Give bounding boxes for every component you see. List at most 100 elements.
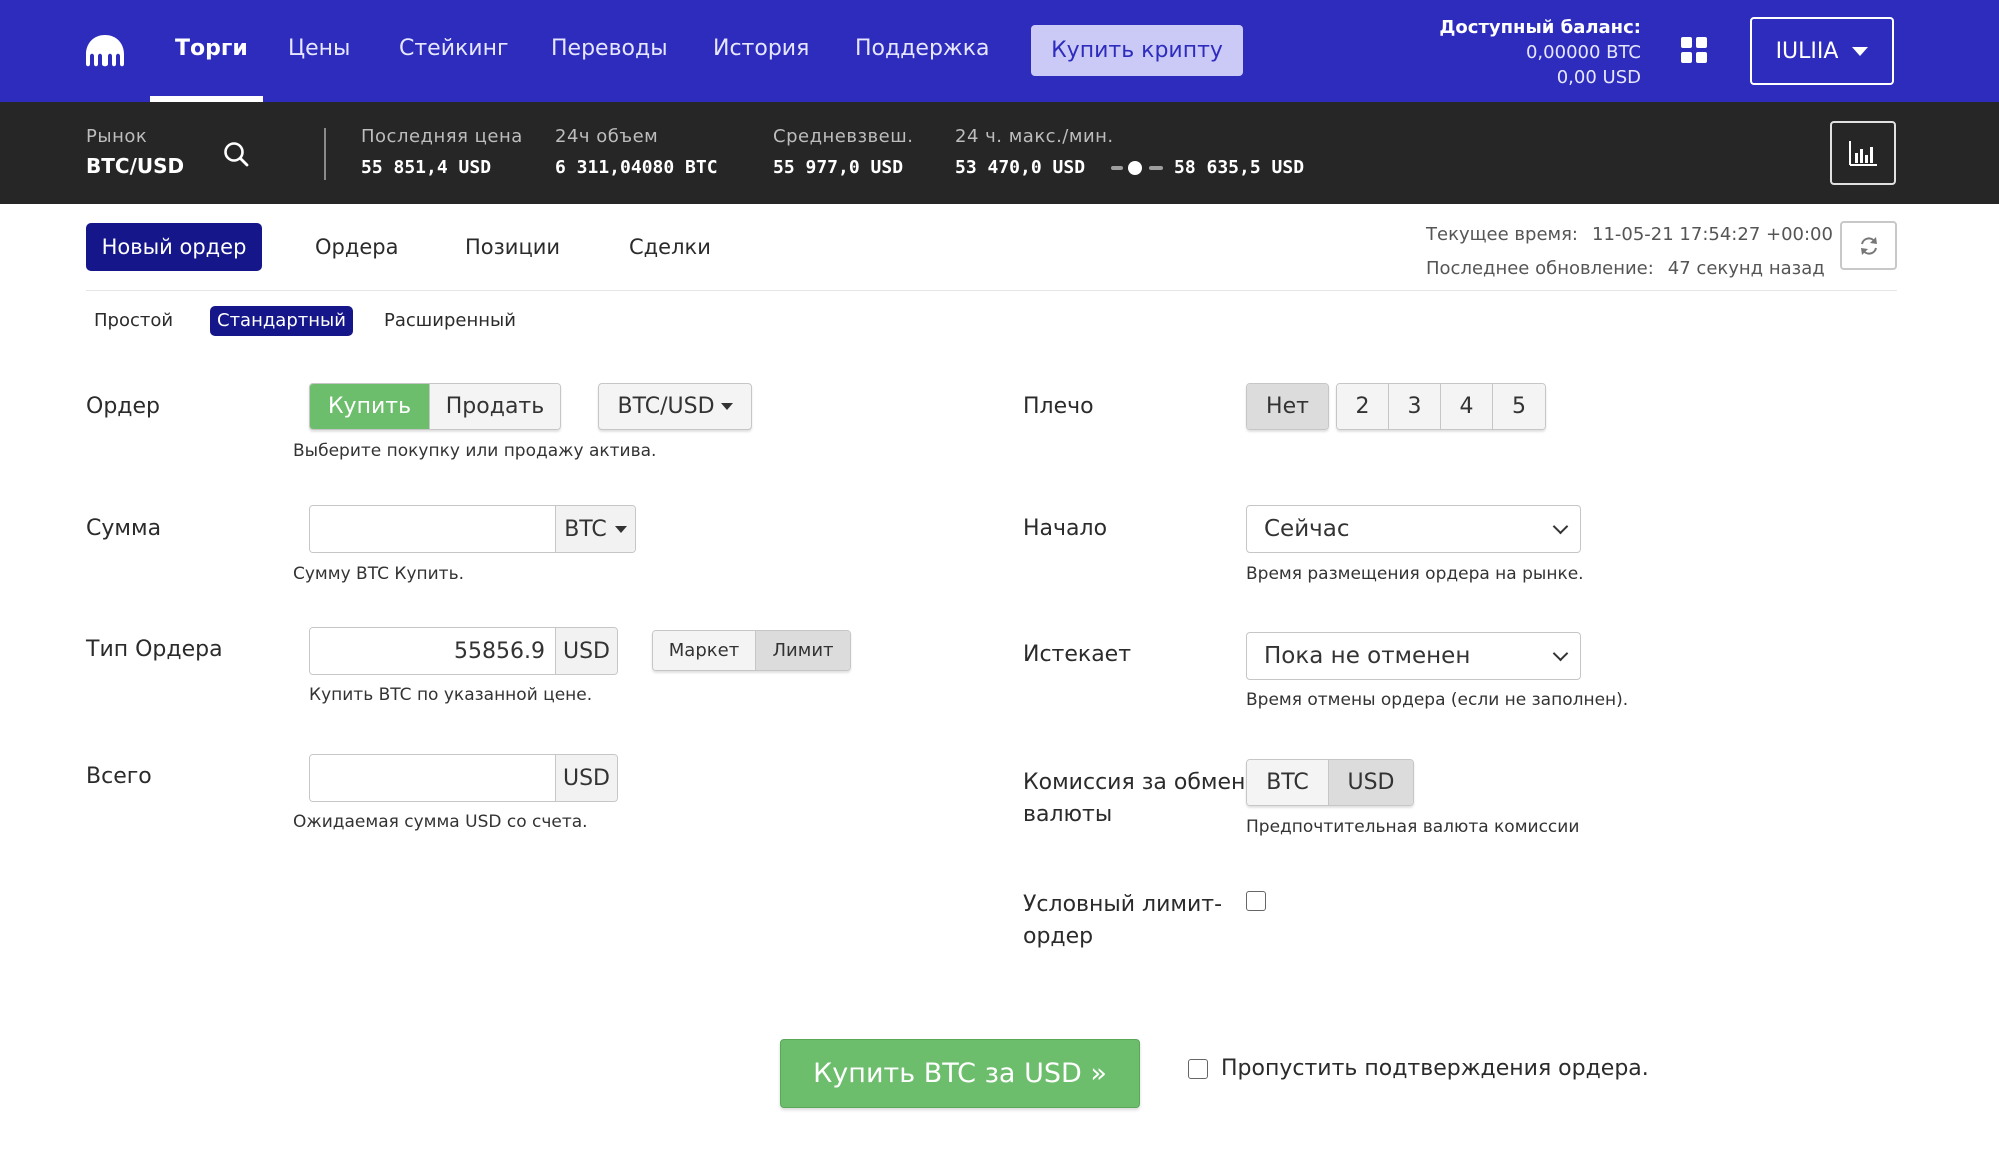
nav-support[interactable]: Поддержка [855,36,990,61]
chart-button[interactable] [1830,121,1896,185]
refresh-icon [1860,236,1877,255]
nav-history[interactable]: История [713,36,809,61]
last-update-value: 47 секунд назад [1667,258,1825,279]
leverage-5-button[interactable]: 5 [1493,384,1545,429]
market-pair[interactable]: BTC/USD [86,154,184,178]
leverage-4-button[interactable]: 4 [1441,384,1493,429]
buy-crypto-button[interactable]: Купить крипту [1031,25,1243,76]
conditional-limit-label-line1: Условный лимит- [1023,892,1223,917]
amount-currency: BTC [564,516,607,542]
last-price-label: Последняя цена [361,126,523,147]
fee-currency-label-line2: валюты [1023,802,1113,827]
leverage-3-button[interactable]: 3 [1389,384,1441,429]
amount-input[interactable] [310,506,555,552]
fee-hint: Предпочтительная валюта комиссии [1246,817,1580,837]
expires-hint: Время отмены ордера (если не заполнен). [1246,690,1629,710]
tab-positions[interactable]: Позиции [465,235,560,259]
subtab-advanced[interactable]: Расширенный [377,306,523,336]
conditional-limit-checkbox[interactable] [1246,891,1266,911]
available-balance: Доступный баланс: 0,00000 BTC 0,00 USD [1439,15,1641,90]
volume-value: 6 311,04080 BTC [555,157,718,178]
high-low-label: 24 ч. макс./мин. [955,126,1114,147]
tab-orders[interactable]: Ордера [315,235,399,259]
user-name: IULIIA [1775,38,1839,64]
buy-sell-toggle: Купить Продать [309,383,561,430]
amount-label: Сумма [86,516,162,541]
total-label: Всего [86,764,152,789]
expires-label: Истекает [1023,642,1132,667]
apps-grid-icon[interactable] [1681,37,1707,63]
caret-down-icon [614,525,627,533]
subtab-simple[interactable]: Простой [87,306,180,336]
price-input[interactable] [310,628,555,674]
time-info: Текущее время: 11-05-21 17:54:27 +00:00 П… [1426,218,1833,286]
balance-title: Доступный баланс: [1439,17,1641,38]
chevron-down-icon [1852,46,1869,56]
order-type-label: Тип Ордера [86,637,223,662]
market-label: Рынок [86,126,148,147]
high-value: 58 635,5 USD [1174,157,1305,178]
nav-trade[interactable]: Торги [175,36,248,61]
subtab-standard[interactable]: Стандартный [210,306,353,336]
current-time-value: 11-05-21 17:54:27 +00:00 [1592,224,1833,245]
kraken-logo-icon[interactable] [84,33,126,69]
leverage-none-button[interactable]: Нет [1247,384,1328,429]
bar-chart-icon [1849,141,1877,166]
total-input-group: USD [309,754,618,802]
leverage-2-button[interactable]: 2 [1337,384,1389,429]
pair-dropdown[interactable]: BTC/USD [598,383,752,430]
vwap-value: 55 977,0 USD [773,157,904,178]
submit-order-button[interactable]: Купить BTC за USD » [780,1039,1140,1108]
leverage-none-group: Нет [1246,383,1329,430]
fee-usd-button[interactable]: USD [1329,760,1413,805]
order-hint: Выберите покупку или продажу актива. [293,441,657,461]
market-bar [0,102,1999,204]
start-select-value: Сейчас [1264,516,1350,542]
top-navigation: Торги Цены Стейкинг Переводы История Под… [0,0,1999,102]
balance-usd: 0,00 USD [1556,67,1641,88]
user-menu-button[interactable]: IULIIA [1750,17,1894,85]
limit-type-button[interactable]: Лимит [756,631,850,670]
buy-button[interactable]: Купить [310,384,430,429]
tab-new-order[interactable]: Новый ордер [86,223,262,271]
order-type-toggle: Маркет Лимит [652,630,851,671]
nav-prices[interactable]: Цены [288,36,350,61]
last-update-label: Последнее обновление: [1426,258,1654,279]
current-time-label: Текущее время: [1426,224,1578,245]
amount-hint: Сумму BTC Купить. [293,564,464,584]
order-type-hint: Купить BTC по указанной цене. [309,685,593,705]
expires-select-value: Пока не отменен [1264,643,1471,669]
total-hint: Ожидаемая сумма USD со счета. [293,812,588,832]
divider [86,290,1897,291]
total-input[interactable] [310,755,555,801]
leverage-options: 2 3 4 5 [1336,383,1546,430]
price-input-group: USD [309,627,618,675]
chevron-down-icon [1552,645,1569,661]
leverage-label: Плечо [1023,394,1094,419]
skip-confirm-checkbox[interactable] [1188,1059,1208,1079]
pair-dropdown-label: BTC/USD [617,394,715,419]
balance-btc: 0,00000 BTC [1525,42,1641,63]
amount-input-group: BTC [309,505,636,553]
start-select[interactable]: Сейчас [1246,505,1581,553]
volume-label: 24ч объем [555,126,659,147]
tab-trades[interactable]: Сделки [629,235,711,259]
caret-down-icon [720,403,733,410]
amount-currency-dropdown[interactable]: BTC [555,506,635,552]
vwap-label: Средневзвеш. [773,126,914,147]
refresh-button[interactable] [1840,221,1897,270]
sell-button[interactable]: Продать [430,384,560,429]
skip-confirm-label: Пропустить подтверждения ордера. [1221,1056,1649,1081]
market-type-button[interactable]: Маркет [653,631,756,670]
start-label: Начало [1023,516,1108,541]
expires-select[interactable]: Пока не отменен [1246,632,1581,680]
fee-btc-button[interactable]: BTC [1247,760,1329,805]
nav-staking[interactable]: Стейкинг [399,36,509,61]
conditional-limit-label-line2: ордер [1023,924,1094,949]
total-currency: USD [555,755,617,801]
nav-transfers[interactable]: Переводы [551,36,668,61]
order-label: Ордер [86,394,160,419]
fee-currency-label-line1: Комиссия за обмен [1023,770,1246,795]
low-value: 53 470,0 USD [955,157,1086,178]
search-icon[interactable] [222,140,250,168]
